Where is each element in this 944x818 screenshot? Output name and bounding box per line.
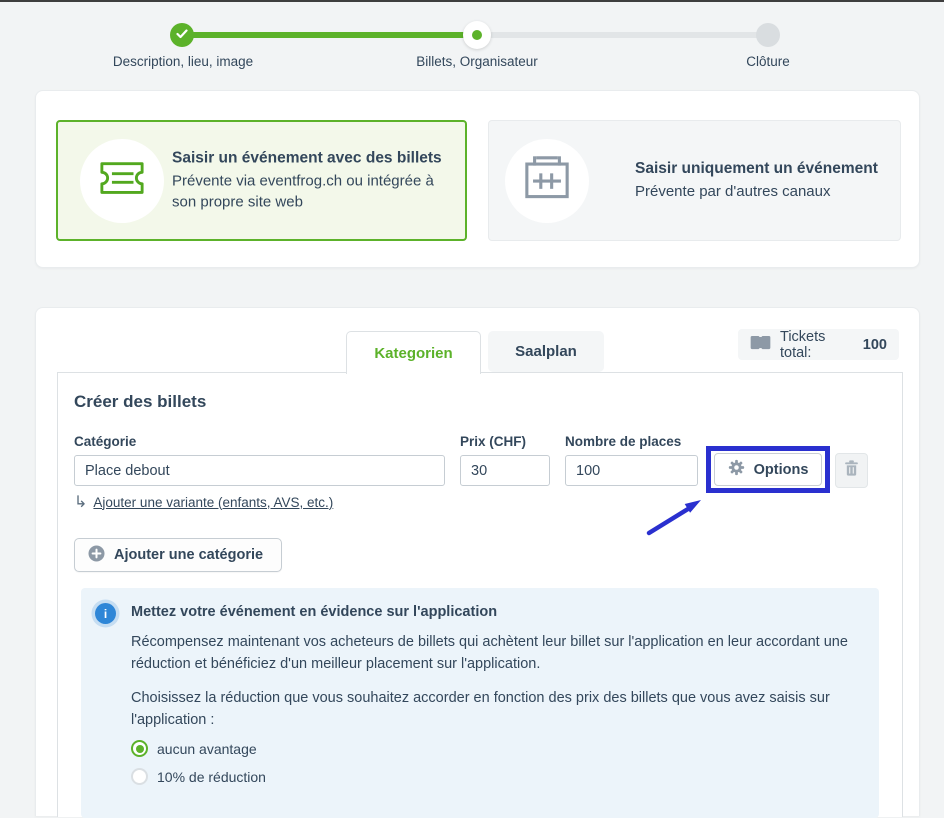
delete-category-button[interactable]	[835, 453, 868, 488]
category-label: Catégorie	[74, 434, 136, 449]
option-event-with-tickets[interactable]: Saisir un événement avec des billets Pré…	[56, 120, 467, 241]
calendar-icon	[516, 150, 578, 211]
option-event-only-subtitle: Prévente par d'autres canaux	[635, 181, 891, 202]
ticket-total-icon	[750, 335, 771, 354]
price-input[interactable]	[460, 455, 550, 486]
tab-saalplan[interactable]: Saalplan	[488, 331, 604, 372]
tickets-total-value: 100	[863, 337, 887, 353]
promo-paragraph-2: Choisissez la réduction que vous souhait…	[131, 687, 867, 731]
trash-icon	[844, 460, 859, 482]
step-label-billets[interactable]: Billets, Organisateur	[416, 54, 538, 69]
promo-paragraph-1: Récompensez maintenant vos acheteurs de …	[131, 631, 867, 675]
options-button-label: Options	[754, 462, 809, 478]
tickets-total-badge: Tickets total: 100	[738, 329, 899, 360]
price-label: Prix (CHF)	[460, 434, 526, 449]
radio-no-advantage-label: aucun avantage	[157, 741, 257, 757]
step-billets-circle[interactable]	[463, 21, 491, 49]
add-category-label: Ajouter une catégorie	[114, 547, 263, 563]
promo-title: Mettez votre événement en évidence sur l…	[131, 604, 497, 620]
step-cloture-circle[interactable]	[756, 23, 780, 47]
step-label-cloture[interactable]: Clôture	[746, 54, 790, 69]
seats-label: Nombre de places	[565, 434, 681, 449]
tutorial-highlight-box: Options	[706, 446, 830, 493]
app-promo-info-box: i Mettez votre événement en évidence sur…	[81, 588, 879, 818]
tickets-total-label: Tickets total:	[780, 329, 852, 361]
tab-kategorien[interactable]: Kategorien	[346, 331, 481, 374]
radio-selected-icon[interactable]	[131, 740, 148, 757]
info-icon: i	[95, 603, 116, 624]
step-description-circle[interactable]	[170, 23, 194, 47]
ticket-icon	[93, 155, 151, 206]
create-tickets-heading: Créer des billets	[74, 392, 206, 412]
seats-input[interactable]	[565, 455, 698, 486]
ticket-icon-circle	[80, 139, 164, 223]
branch-arrow-icon: ↳	[74, 492, 87, 512]
option-event-only[interactable]: Saisir uniquement un événement Prévente …	[488, 120, 901, 241]
options-button[interactable]: Options	[714, 453, 822, 486]
current-step-dot-icon	[472, 30, 482, 40]
add-variant-link[interactable]: Ajouter une variante (enfants, AVS, etc.…	[93, 495, 333, 510]
event-type-card: Saisir un événement avec des billets Pré…	[35, 90, 920, 268]
radio-option-no-advantage[interactable]: aucun avantage	[131, 740, 257, 757]
step-label-description[interactable]: Description, lieu, image	[113, 54, 253, 69]
stepper-segment-upcoming	[477, 32, 768, 38]
categories-panel: Créer des billets Catégorie Prix (CHF) N…	[57, 372, 903, 817]
radio-10-percent-label: 10% de réduction	[157, 769, 266, 785]
radio-unselected-icon[interactable]	[131, 768, 148, 785]
add-category-button[interactable]: Ajouter une catégorie	[74, 538, 282, 572]
check-icon	[176, 26, 188, 44]
tutorial-pointer-arrow	[643, 491, 713, 539]
category-input[interactable]	[74, 455, 445, 486]
option-ticketed-subtitle: Prévente via eventfrog.ch ou intégrée à …	[172, 170, 454, 212]
option-event-only-title: Saisir uniquement un événement	[635, 160, 891, 178]
stepper-segment-completed	[183, 32, 477, 38]
plus-circle-icon	[88, 545, 105, 566]
tickets-card: Kategorien Saalplan Tickets total: 100 C…	[35, 307, 920, 816]
calendar-icon-circle	[505, 139, 589, 223]
gear-icon	[728, 459, 745, 480]
option-ticketed-title: Saisir un événement avec des billets	[172, 149, 454, 167]
radio-option-10-percent[interactable]: 10% de réduction	[131, 768, 266, 785]
progress-stepper: Description, lieu, image Billets, Organi…	[0, 2, 944, 86]
